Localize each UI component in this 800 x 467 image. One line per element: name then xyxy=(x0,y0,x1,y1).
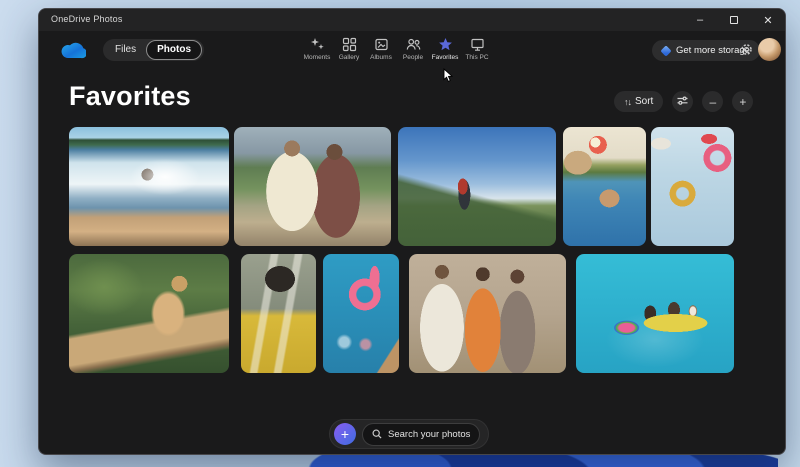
toolbar: Files Photos Moments xyxy=(39,31,785,71)
grid-icon xyxy=(342,37,357,52)
titlebar: OneDrive Photos – ✕ xyxy=(39,9,785,31)
diamond-icon xyxy=(660,45,671,56)
add-button[interactable]: + xyxy=(334,423,356,445)
zoom-in-button[interactable]: + xyxy=(732,91,753,112)
window-title: OneDrive Photos xyxy=(51,14,123,24)
onedrive-photos-window: OneDrive Photos – ✕ Files Photos xyxy=(38,8,786,455)
minimize-button[interactable]: – xyxy=(683,9,717,31)
album-icon xyxy=(374,37,389,52)
filter-button[interactable] xyxy=(672,91,693,112)
tab-people[interactable]: People xyxy=(397,35,429,61)
photo-flamingo-float[interactable] xyxy=(323,254,399,373)
tab-label: This PC xyxy=(465,54,488,61)
sort-button[interactable]: ↑↓ Sort xyxy=(614,91,663,112)
close-button[interactable]: ✕ xyxy=(751,9,785,31)
photo-couple-bicycles[interactable] xyxy=(234,127,391,246)
zoom-out-button[interactable]: – xyxy=(702,91,723,112)
people-icon xyxy=(406,37,421,52)
search-bar-container: + Search your photos xyxy=(329,419,489,449)
sparkles-icon xyxy=(310,37,325,52)
filter-sliders-icon xyxy=(676,94,689,110)
tab-label: People xyxy=(403,54,423,61)
onedrive-logo-icon[interactable] xyxy=(56,40,86,64)
maximize-icon xyxy=(730,16,738,24)
star-icon xyxy=(438,37,453,52)
tab-moments[interactable]: Moments xyxy=(301,35,333,61)
photo-dogs-paddleboard[interactable] xyxy=(576,254,734,373)
search-placeholder: Search your photos xyxy=(388,429,470,440)
photo-friends-alley[interactable] xyxy=(409,254,566,373)
sort-arrows-icon: ↑↓ xyxy=(624,97,631,107)
search-icon xyxy=(372,426,382,444)
photo-boat-ride[interactable] xyxy=(69,127,229,246)
monitor-icon xyxy=(470,37,485,52)
photo-hiker-hill[interactable] xyxy=(398,127,556,246)
files-photos-toggle: Files Photos xyxy=(103,39,204,61)
tab-favorites[interactable]: Favorites xyxy=(429,35,461,61)
photo-pool-beachball[interactable] xyxy=(563,127,646,246)
window-controls: – ✕ xyxy=(683,9,785,31)
settings-gear-icon[interactable] xyxy=(739,42,754,62)
photo-pool-floats[interactable] xyxy=(651,127,734,246)
mouse-cursor xyxy=(443,68,454,88)
tab-this-pc[interactable]: This PC xyxy=(461,35,493,61)
tab-label: Albums xyxy=(370,54,392,61)
tab-label: Favorites xyxy=(432,54,459,61)
tab-label: Moments xyxy=(304,54,331,61)
photo-wine-toast[interactable] xyxy=(241,254,316,373)
tab-albums[interactable]: Albums xyxy=(365,35,397,61)
search-input[interactable]: Search your photos xyxy=(362,423,480,446)
page-title: Favorites xyxy=(69,81,191,112)
photo-dog-log[interactable] xyxy=(69,254,229,373)
photos-nav: Moments Gallery xyxy=(301,35,493,61)
toggle-photos[interactable]: Photos xyxy=(146,40,202,60)
toggle-files[interactable]: Files xyxy=(105,41,146,59)
tab-gallery[interactable]: Gallery xyxy=(333,35,365,61)
tab-label: Gallery xyxy=(339,54,360,61)
sort-label: Sort xyxy=(635,96,653,107)
account-avatar[interactable] xyxy=(758,38,781,61)
maximize-button[interactable] xyxy=(717,9,751,31)
view-controls: ↑↓ Sort – + xyxy=(614,91,753,112)
